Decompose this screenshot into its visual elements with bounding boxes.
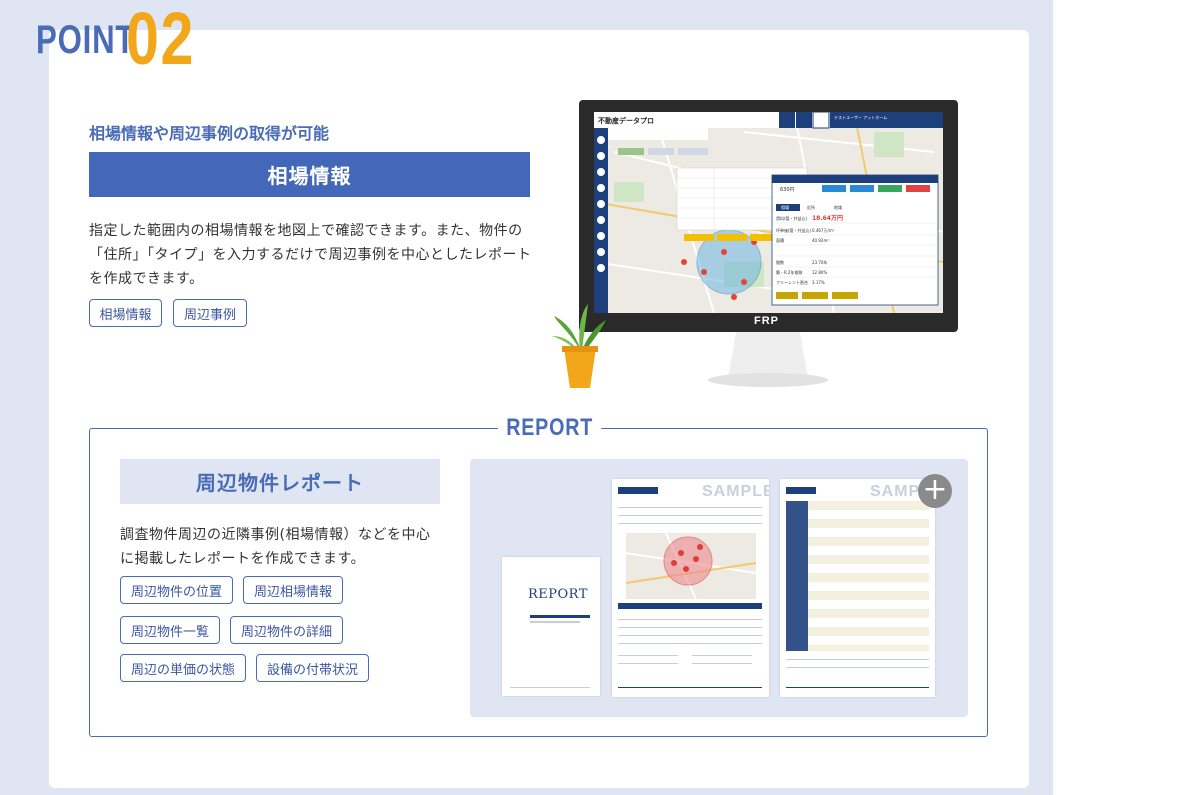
tag-facilities[interactable]: 設備の付帯状況 — [256, 654, 369, 682]
plant-icon — [552, 304, 606, 388]
sample-watermark: SAMPLE — [702, 483, 769, 500]
popup-tab-1: 相場 — [781, 204, 789, 210]
monitor-brand: FRP — [754, 315, 779, 327]
popup-row-value: 18.64万円 — [812, 215, 843, 222]
app-user-label: テストユーザー アットホーム — [834, 114, 887, 120]
popup-row-value: 40.92m² — [812, 238, 829, 243]
report-cover-page: REPORT — [502, 557, 600, 696]
popup-row-value: 23.70年 — [812, 259, 827, 265]
cover-logo: REPORT — [528, 587, 588, 602]
report-map-page: SAMPLE — [612, 479, 769, 697]
app-title: 不動産データプロ — [598, 116, 654, 125]
monitor-screen: 不動産データプロ テストユーザー アットホーム 630円 相場 近所 地域 賃料… — [594, 112, 943, 313]
tag-nearby-cases[interactable]: 周辺事例 — [173, 299, 247, 327]
popup-row-value: 0.467万/m² — [812, 228, 835, 233]
app-screenshot: 不動産データプロ テストユーザー アットホーム 630円 相場 近所 地域 賃料… — [594, 112, 943, 313]
report-table-page: SAMPLE — [780, 479, 935, 697]
tag-unit-price[interactable]: 周辺の単価の状態 — [120, 654, 246, 682]
popup-row-label: 間数 — [776, 259, 784, 265]
section-title-bar: 相場情報 — [89, 152, 530, 197]
report-title: 周辺物件レポート — [120, 459, 440, 504]
monitor-stand — [708, 332, 828, 387]
popup-row-value: 12.80% — [812, 270, 827, 275]
popup-row-label: 築・R.2年推移 — [776, 269, 802, 275]
section-description: 指定した範囲内の相場情報を地図上で確認できます。また、物件の「住所」「タイプ」を… — [89, 223, 532, 287]
popup-row-label: 坪単価(管・共益込) — [776, 227, 812, 233]
report-label: REPORT — [498, 414, 602, 442]
tag-nearby-list[interactable]: 周辺物件一覧 — [120, 616, 220, 644]
popup-price: 630円 — [780, 187, 795, 193]
report-description: 調査物件周辺の近隣事例(相場情報）などを中心に掲載したレポートを作成できます。 — [120, 527, 431, 567]
point-number: 02 — [126, 0, 196, 80]
popup-row-label: 面積 — [776, 237, 784, 243]
expand-plus-icon[interactable]: + — [918, 474, 952, 508]
popup-tab-2: 近所 — [807, 204, 815, 210]
popup-row-label: フリーレント割合 — [776, 279, 808, 285]
tag-nearby-location[interactable]: 周辺物件の位置 — [120, 576, 233, 604]
section-subheading: 相場情報や周辺事例の取得が可能 — [89, 124, 330, 143]
tag-market-info[interactable]: 相場情報 — [89, 299, 162, 327]
tag-nearby-market[interactable]: 周辺相場情報 — [243, 576, 343, 604]
tag-nearby-details[interactable]: 周辺物件の詳細 — [230, 616, 343, 644]
popup-tab-3: 地域 — [834, 204, 842, 210]
point-word: POINT — [36, 18, 136, 62]
popup-row-value: 3.17% — [812, 280, 825, 285]
popup-row-label: 賃料(管・共益込) — [776, 215, 808, 221]
